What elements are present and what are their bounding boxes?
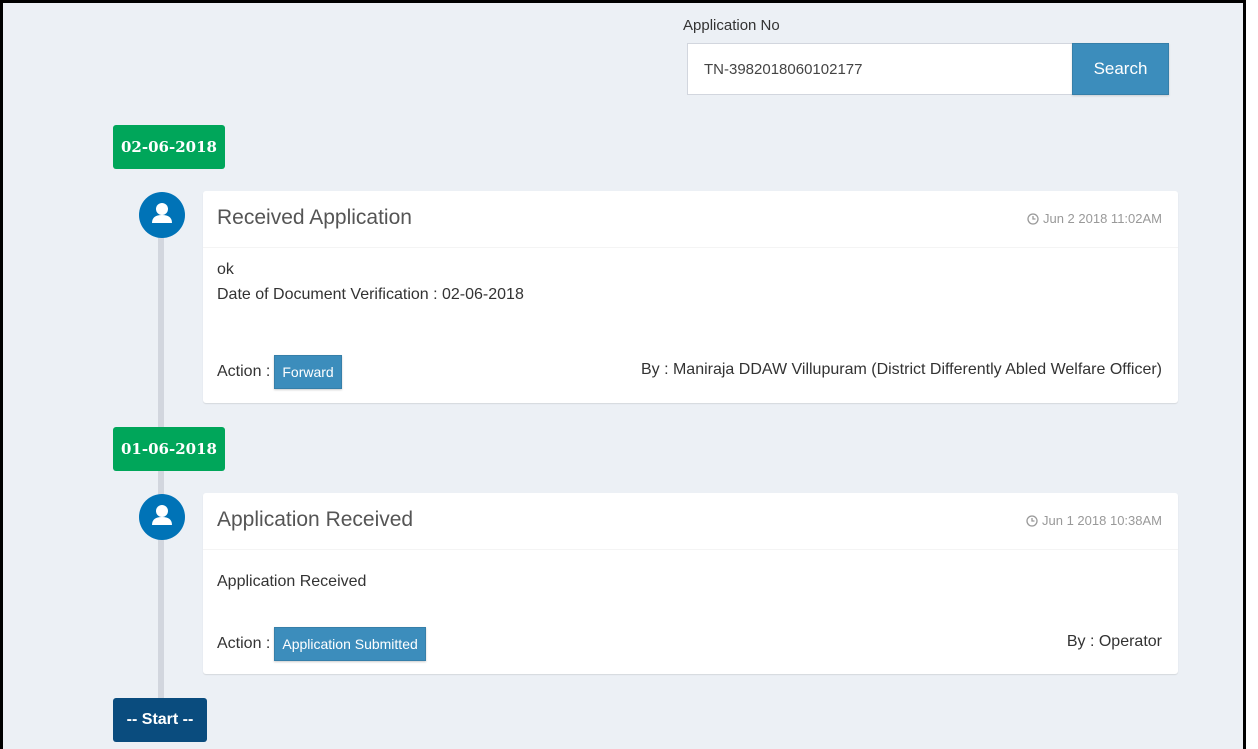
timeline-item-comment: Application Received (217, 573, 367, 590)
action-label: Action : (217, 635, 271, 652)
timeline-item: Application Received Jun 1 2018 10:38AM … (203, 493, 1178, 674)
timeline-item-header: Application Received Jun 1 2018 10:38AM (203, 493, 1178, 550)
application-no-input[interactable] (687, 43, 1073, 95)
timeline-item-title: Received Application (217, 206, 412, 229)
timeline-start-label: -- Start -- (113, 698, 207, 742)
timeline-item-time: Jun 2 2018 11:02AM (1027, 211, 1162, 226)
action-badge-forward[interactable]: Forward (274, 355, 342, 389)
application-no-label: Application No (683, 17, 780, 34)
action-label: Action : (217, 363, 271, 380)
timeline-item-title: Application Received (217, 508, 414, 531)
timeline-item-body: Application Received (203, 550, 1178, 594)
timeline-item-time: Jun 1 2018 10:38AM (1026, 513, 1162, 528)
timeline-item-body: ok Date of Document Verification : 02-06… (203, 248, 1178, 307)
user-icon (139, 494, 185, 540)
search-button[interactable]: Search (1072, 43, 1169, 95)
timeline-item-time-text: Jun 2 2018 11:02AM (1042, 211, 1162, 226)
timeline-item-comment: ok (217, 261, 234, 278)
clock-icon (1026, 514, 1038, 527)
user-icon (139, 192, 185, 238)
timeline-date-label: 01-06-2018 (113, 427, 225, 471)
timeline-date-label: 02-06-2018 (113, 125, 225, 169)
timeline-item-action: Action : Application Submitted (217, 627, 426, 661)
timeline-item-time-text: Jun 1 2018 10:38AM (1042, 513, 1162, 528)
timeline-item-by: By : Operator (1066, 633, 1162, 650)
app-frame: Application No Search 02-06-2018 Receive… (0, 0, 1246, 749)
timeline-item-verification-date: Date of Document Verification : 02-06-20… (217, 286, 524, 303)
timeline-item-by: By : Maniraja DDAW Villupuram (District … (640, 361, 1162, 378)
timeline-item-action: Action : Forward (217, 355, 342, 389)
timeline-item-header: Received Application Jun 2 2018 11:02AM (203, 191, 1178, 248)
clock-icon (1027, 212, 1039, 225)
timeline-item: Received Application Jun 2 2018 11:02AM … (203, 191, 1178, 403)
action-badge-application-submitted[interactable]: Application Submitted (274, 627, 426, 661)
